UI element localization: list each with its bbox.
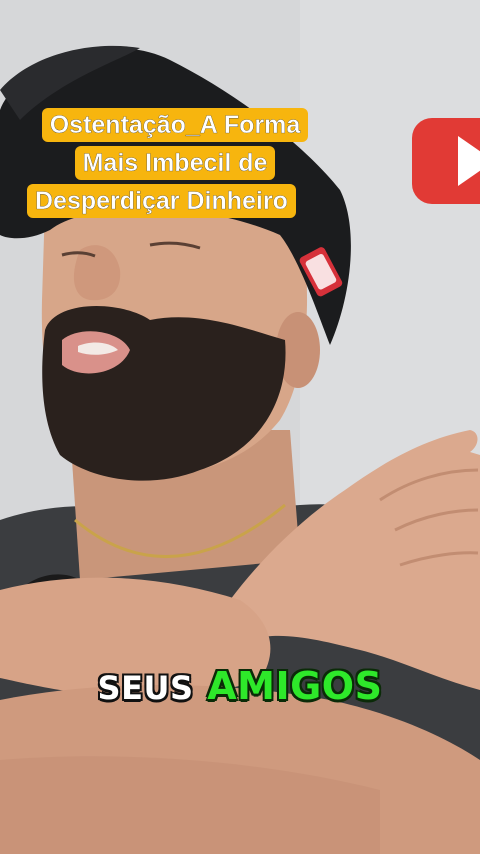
youtube-play-icon — [412, 118, 480, 204]
video-title-overlay: Ostentação_A Forma Mais Imbecil de Despe… — [27, 108, 323, 222]
caption-word-seus: SEUS — [97, 669, 194, 707]
subtitle-caption: SEUS AMIGOS — [0, 664, 480, 708]
title-line-2: Mais Imbecil de — [74, 146, 276, 180]
title-line-3: Desperdiçar Dinheiro — [27, 184, 296, 218]
title-line-1: Ostentação_A Forma — [41, 108, 309, 142]
caption-word-amigos: AMIGOS — [207, 664, 383, 708]
